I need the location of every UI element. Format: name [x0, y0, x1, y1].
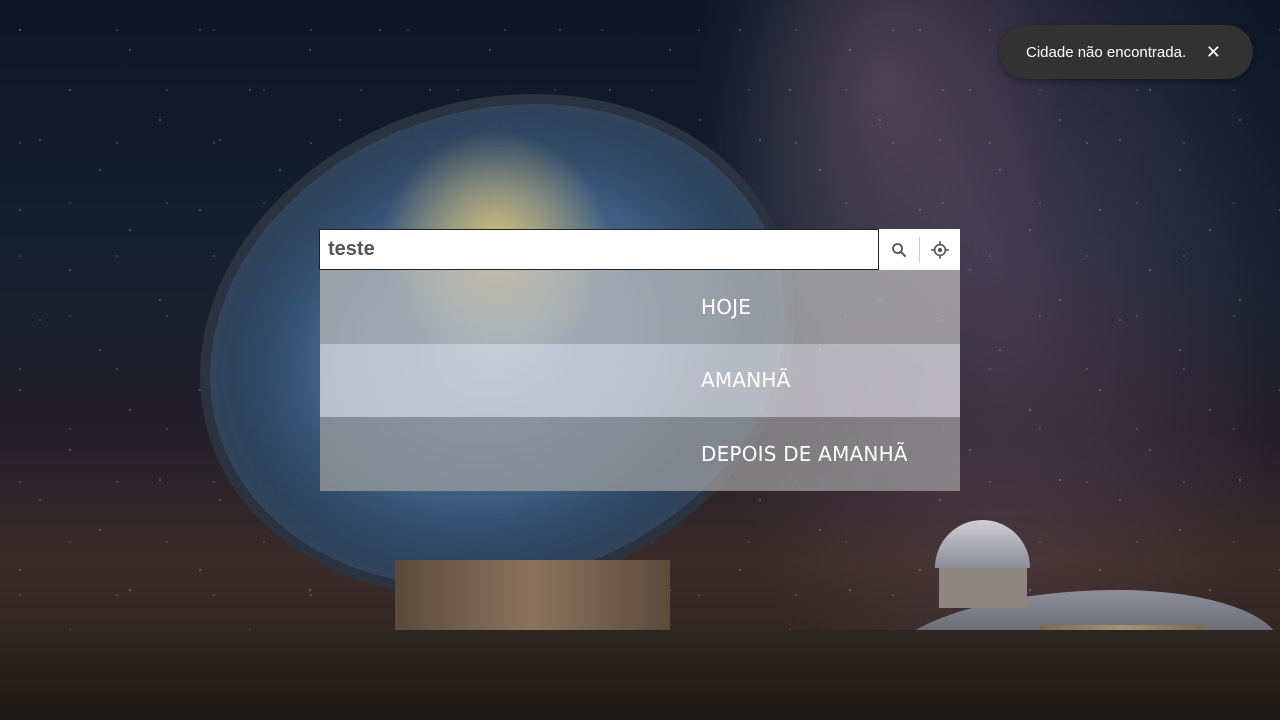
toast-close-icon[interactable]: ✕: [1206, 43, 1221, 61]
forecast-row-today[interactable]: HOJE: [320, 270, 960, 344]
observatory-base: [939, 568, 1027, 608]
forecast-list: HOJE AMANHÃ DEPOIS DE AMANHÃ: [320, 270, 960, 491]
search-actions: [879, 229, 960, 270]
forecast-label-day-after-tomorrow: DEPOIS DE AMANHÃ: [701, 441, 908, 466]
forecast-row-day-after-tomorrow[interactable]: DEPOIS DE AMANHÃ: [320, 417, 960, 491]
toast-message: Cidade não encontrada.: [1026, 43, 1187, 61]
forecast-label-today: HOJE: [701, 294, 752, 319]
observatory-building: [935, 520, 1030, 608]
search-button[interactable]: [879, 229, 919, 270]
ground: [0, 630, 1280, 720]
search-icon: [892, 242, 906, 257]
forecast-row-tomorrow[interactable]: AMANHÃ: [320, 343, 960, 417]
app-background: Cidade não encontrada. ✕ HOJE: [0, 0, 1280, 720]
observatory-dome: [935, 520, 1030, 568]
forecast-label-tomorrow: AMANHÃ: [701, 368, 791, 393]
city-search-input[interactable]: [319, 229, 879, 270]
my-location-button[interactable]: [920, 229, 960, 270]
error-toast: Cidade não encontrada. ✕: [999, 25, 1253, 79]
my-location-icon: [931, 240, 949, 259]
